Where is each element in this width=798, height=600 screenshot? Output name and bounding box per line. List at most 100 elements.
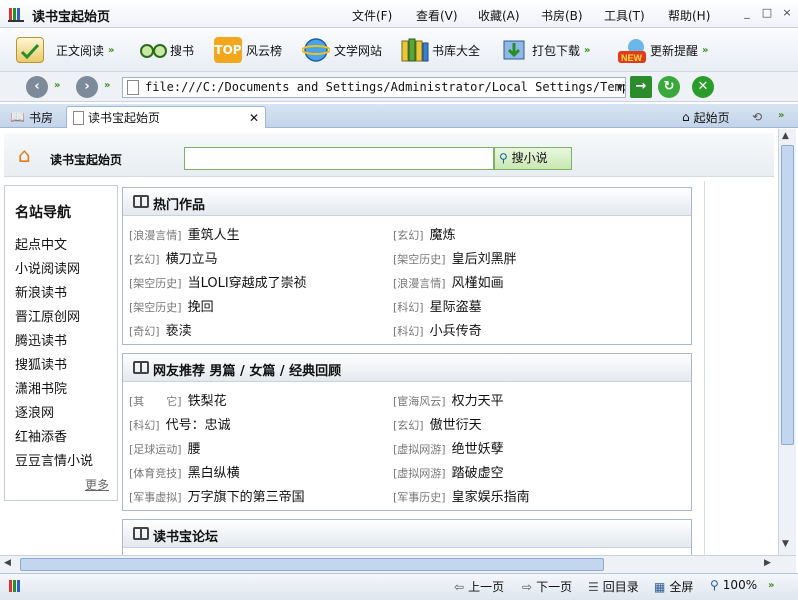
nav-link[interactable]: 逐浪网	[15, 402, 54, 421]
panel-header: 网友推荐 男篇 / 女篇 / 经典回顾	[123, 354, 691, 382]
vertical-scrollbar[interactable]: ▲ ▼	[778, 129, 796, 555]
list-item[interactable]: [虚拟网游] 绝世妖孽	[393, 438, 504, 457]
list-item[interactable]: [军事虚拟] 万字旗下的第三帝国	[129, 486, 305, 505]
more-link[interactable]: 更多	[85, 476, 109, 493]
hot-works-panel: 热门作品 [浪漫言情] 重筑人生 [玄幻] 魔炼 [玄幻] 横刀立马 [架空历史] 皇后…	[122, 187, 692, 345]
page-icon	[127, 80, 139, 95]
maximize-button[interactable]: □	[760, 6, 774, 20]
top-rank-button[interactable]: TOP 风云榜	[214, 34, 282, 66]
search-input[interactable]	[184, 147, 494, 170]
scroll-left-icon[interactable]: ◀	[4, 558, 11, 568]
forward-icon[interactable]: ›	[76, 76, 98, 98]
stop-icon[interactable]: ✕	[692, 76, 714, 98]
nav-link[interactable]: 新浪读书	[15, 282, 67, 301]
menu-study[interactable]: 书房(B)	[541, 7, 583, 24]
read-text-button[interactable]: 正文阅读 »	[16, 34, 114, 66]
list-item[interactable]: [体育竞技] 黑白纵横	[129, 462, 240, 481]
nav-link[interactable]: 起点中文	[15, 234, 67, 253]
svg-text:NEW: NEW	[621, 53, 643, 63]
search-book-button[interactable]: 搜书	[138, 34, 194, 66]
scroll-thumb[interactable]	[20, 558, 604, 571]
top-rank-icon: TOP	[214, 37, 242, 63]
list-item[interactable]: [科幻] 代号：忠诚	[129, 414, 231, 433]
list-item[interactable]: [架空历史] 挽回	[129, 296, 214, 315]
scroll-up-icon[interactable]: ▲	[782, 131, 789, 141]
back-icon[interactable]: ‹	[26, 76, 48, 98]
close-tab-icon[interactable]: ✕	[249, 111, 259, 125]
history-icon[interactable]: ⟲	[746, 106, 768, 128]
menu-view[interactable]: 查看(V)	[416, 7, 458, 24]
menu-help[interactable]: 帮助(H)	[668, 7, 710, 24]
address-bar: ‹ » › » file:///C:/Documents and Setting…	[0, 72, 798, 102]
list-item[interactable]: [军事历史] 皇家娱乐指南	[393, 486, 530, 505]
address-input[interactable]: file:///C:/Documents and Settings/Admini…	[122, 77, 626, 98]
list-item[interactable]: [浪漫言情] 重筑人生	[129, 224, 240, 243]
nav-link[interactable]: 小说阅读网	[15, 258, 80, 277]
minimize-button[interactable]: _	[740, 6, 754, 20]
library-button[interactable]: 书库大全	[400, 34, 480, 66]
list-item[interactable]: [玄幻] 魔炼	[393, 224, 456, 243]
nav-link[interactable]: 潇湘书院	[15, 378, 67, 397]
fullscreen-button[interactable]: ▦ 全屏	[654, 578, 693, 595]
nav-link[interactable]: 搜狐读书	[15, 354, 67, 373]
prev-page-button[interactable]: ⇦ 上一页	[454, 578, 504, 595]
list-item[interactable]: [其 它] 铁梨花	[129, 390, 227, 409]
dropdown-icon[interactable]: ▼	[617, 78, 623, 97]
list-item[interactable]: [宦海风云] 权力天平	[393, 390, 504, 409]
list-item[interactable]: [玄幻] 横刀立马	[129, 248, 218, 267]
scroll-thumb[interactable]	[781, 145, 794, 445]
menu-favorites[interactable]: 收藏(A)	[478, 7, 520, 24]
list-item[interactable]: [科幻] 星际盗墓	[393, 296, 482, 315]
list-item[interactable]: [虚拟网游] 踏破虚空	[393, 462, 504, 481]
toc-icon: ☰	[588, 579, 599, 594]
nav-link[interactable]: 豆豆言情小说	[15, 450, 93, 469]
refresh-icon[interactable]: ↻	[658, 76, 680, 98]
nav-title: 名站导航	[15, 205, 71, 221]
chevron-icon[interactable]: »	[104, 80, 110, 91]
download-icon	[500, 37, 528, 63]
title-bar: 读书宝起始页 文件(F) 查看(V) 收藏(A) 书房(B) 工具(T) 帮助(…	[0, 0, 798, 28]
list-item[interactable]: [浪漫言情] 风槿如画	[393, 272, 504, 291]
window-title: 读书宝起始页	[32, 10, 111, 25]
chevron-icon[interactable]: »	[54, 80, 60, 91]
chevron-icon: »	[584, 44, 591, 56]
page-icon	[73, 110, 84, 125]
nav-link[interactable]: 红袖添香	[15, 426, 67, 445]
pack-download-button[interactable]: 打包下载 »	[500, 34, 590, 66]
zoom-button[interactable]: ⚲ 100%	[710, 578, 757, 592]
menu-file[interactable]: 文件(F)	[352, 7, 392, 24]
site-nav-box: 名站导航 起点中文 小说阅读网 新浪读书 晋江原创网 腾迅读书 搜狐读书 潇湘书…	[4, 185, 118, 501]
horizontal-scrollbar[interactable]: ◀ ▶	[0, 555, 796, 573]
list-item[interactable]: [科幻] 小兵传奇	[393, 320, 482, 339]
next-page-button[interactable]: ⇨ 下一页	[522, 578, 572, 595]
zoom-icon: ⚲	[710, 578, 719, 592]
close-button[interactable]: ×	[780, 6, 794, 20]
list-item[interactable]: [玄幻] 傲世衍天	[393, 414, 482, 433]
start-page-button[interactable]: ⌂ 起始页	[676, 106, 736, 128]
scroll-right-icon[interactable]: ▶	[764, 558, 771, 568]
chevron-icon[interactable]: »	[768, 580, 774, 591]
literature-sites-button[interactable]: 文学网站	[301, 34, 382, 66]
panel-header: 读书宝论坛	[123, 520, 691, 548]
recommend-panel: 网友推荐 男篇 / 女篇 / 经典回顾 [其 它] 铁梨花 [宦海风云] 权力天平 …	[122, 353, 692, 511]
toc-button[interactable]: ☰ 回目录	[588, 578, 639, 595]
go-icon[interactable]: →	[630, 76, 652, 98]
chevron-icon: »	[702, 44, 709, 56]
list-item[interactable]: [奇幻] 亵渎	[129, 320, 192, 339]
chevron-icon: »	[108, 44, 115, 56]
menu-tools[interactable]: 工具(T)	[604, 7, 645, 24]
tab-study[interactable]: 📖 书房	[4, 106, 59, 128]
nav-link[interactable]: 晋江原创网	[15, 306, 80, 325]
home-icon: ⌂	[682, 110, 690, 124]
chevron-icon[interactable]: »	[778, 110, 784, 121]
update-reminder-button[interactable]: NEW 更新提醒 »	[618, 34, 708, 66]
list-item[interactable]: [足球运动] 腰	[129, 438, 201, 457]
tab-start-page[interactable]: 读书宝起始页 ✕	[66, 106, 266, 128]
scroll-down-icon[interactable]: ▼	[782, 539, 789, 549]
nav-link[interactable]: 腾迅读书	[15, 330, 67, 349]
book-icon	[133, 527, 149, 540]
list-item[interactable]: [架空历史] 皇后刘黑胖	[393, 248, 517, 267]
list-item[interactable]: [架空历史] 当LOLI穿越成了崇祯	[129, 272, 307, 291]
search-icon: ⚲	[499, 151, 508, 165]
search-novel-button[interactable]: ⚲ 搜小说	[494, 147, 572, 170]
